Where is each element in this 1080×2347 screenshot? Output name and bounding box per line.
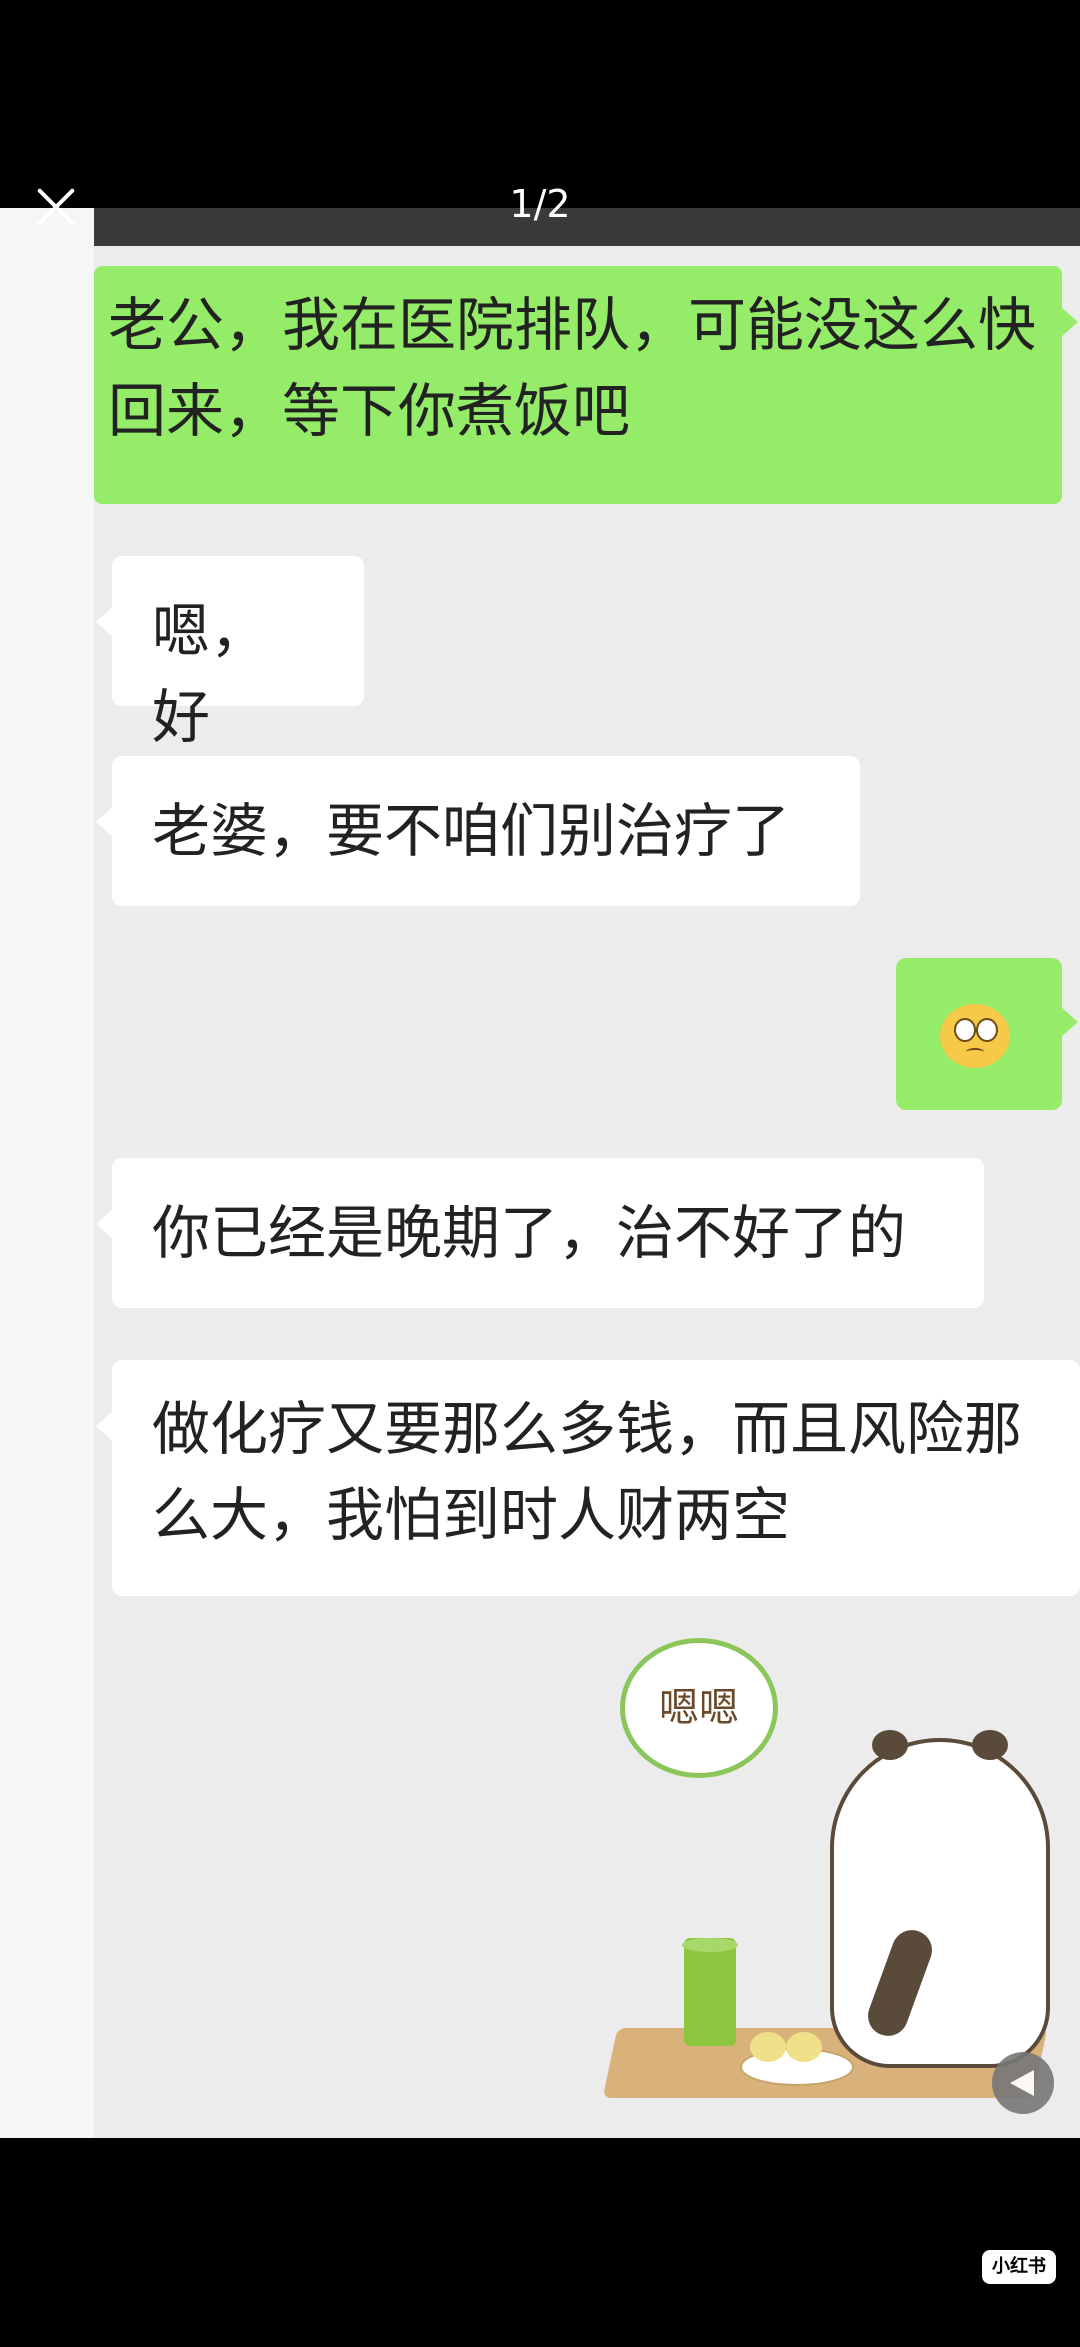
message-bubble-received: 做化疗又要那么多钱，而且风险那么大，我怕到时人财两空 bbox=[96, 1360, 1080, 1596]
sticker-bun bbox=[750, 2032, 786, 2062]
brand-watermark: 小红书 bbox=[982, 2250, 1056, 2284]
left-margin bbox=[0, 208, 94, 2138]
viewer-top-bar bbox=[0, 0, 1080, 210]
sticker-speech-bubble: 嗯嗯 bbox=[620, 1638, 778, 1778]
worried-face-emoji bbox=[940, 1004, 1010, 1068]
message-bubble-received: 你已经是晚期了，治不好了的 bbox=[96, 1158, 984, 1308]
sticker-bun bbox=[786, 2032, 822, 2062]
panda-ear bbox=[972, 1730, 1008, 1760]
chat-screenshot: 老公，我在医院排队，可能没这么快回来，等下你煮饭吧 嗯，好 老婆，要不咱们别治疗… bbox=[0, 208, 1080, 2138]
sticker-cup bbox=[682, 1938, 738, 2046]
message-bubble-sent: 老公，我在医院排队，可能没这么快回来，等下你煮饭吧 bbox=[94, 266, 1078, 504]
message-bubble-received: 嗯，好 bbox=[96, 556, 364, 751]
image-counter: 1/2 bbox=[509, 182, 571, 226]
panda-sticker: 嗯嗯 bbox=[600, 1638, 1070, 2108]
message-bubble-received: 老婆，要不咱们别治疗了 bbox=[96, 756, 860, 906]
share-icon[interactable] bbox=[992, 2052, 1054, 2114]
panda-ear bbox=[872, 1730, 908, 1760]
message-bubble-sent-emoji bbox=[896, 958, 1078, 1110]
panda-body bbox=[830, 1738, 1050, 2068]
